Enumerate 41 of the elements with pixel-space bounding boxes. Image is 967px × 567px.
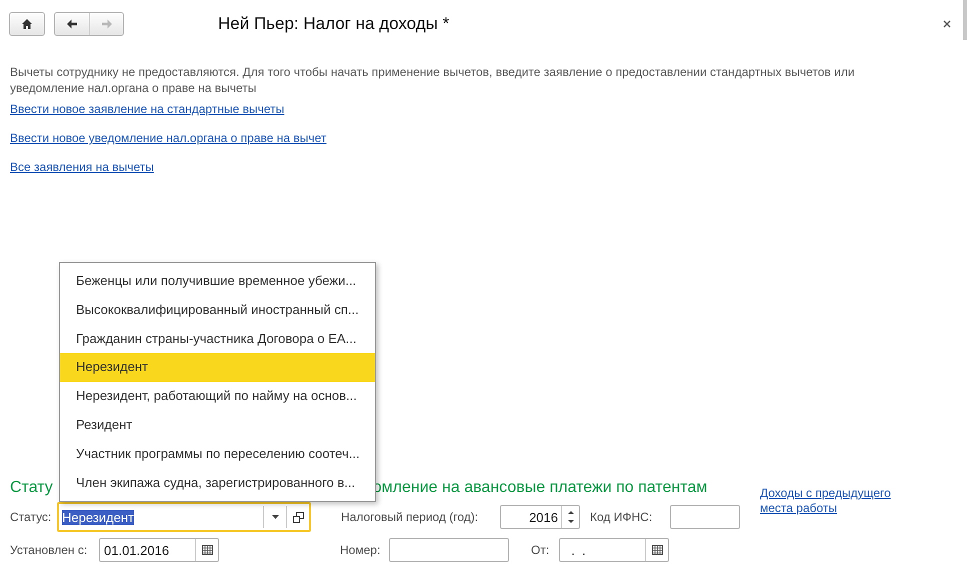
date-field[interactable]: . . (559, 538, 669, 562)
link[interactable]: Ввести новое уведомление нал.органа о праве на вычет (10, 130, 326, 146)
open-window-icon[interactable] (292, 512, 304, 522)
year-spinner[interactable]: 2016 (500, 505, 580, 529)
dropdown-option[interactable]: Высококвалифицированный иностранный сп... (60, 296, 375, 325)
scrollbar[interactable] (963, 0, 967, 40)
link[interactable]: Ввести новое заявление на стандартные вычеты (10, 101, 284, 117)
dropdown-option[interactable]: Член экипажа судна, зарегистрированного в... (60, 468, 375, 498)
date-field[interactable]: 01.01.2016 (99, 538, 219, 562)
dropdown-option[interactable]: Резидент (60, 410, 375, 440)
window-title: Ней Пьер: Налог на доходы * (218, 14, 450, 34)
calendar-icon[interactable] (652, 545, 662, 555)
close-icon (943, 20, 951, 28)
link[interactable]: Доходы с предыдущего места работы (760, 486, 910, 516)
home-icon (21, 18, 33, 30)
field-label: Код ИФНС: (590, 510, 654, 524)
calendar-icon[interactable] (202, 545, 212, 555)
link[interactable]: Все заявления на вычеты (10, 159, 154, 175)
field-value: Нерезидент (62, 510, 134, 524)
field-label: Номер: (340, 543, 382, 557)
status-field[interactable]: Нерезидент (57, 502, 311, 532)
dropdown-option[interactable]: Нерезидент, работающий по найму на основ... (60, 382, 375, 411)
input-field[interactable] (670, 505, 740, 529)
dropdown-option[interactable]: Нерезидент (60, 353, 375, 382)
field-value: 2016 (529, 510, 559, 524)
dropdown-option[interactable]: Беженцы или получившие временное убежи... (60, 267, 375, 296)
back-arrow-icon (66, 18, 78, 30)
field-label: Налоговый период (год): (341, 510, 480, 524)
section-heading: Стату (10, 479, 53, 497)
field-label: Статус: (10, 510, 52, 524)
close-button[interactable] (941, 18, 953, 30)
dropdown-option[interactable]: Гражданин страны-участника Договора о ЕА... (60, 324, 375, 354)
field-label: От: (531, 543, 550, 557)
dropdown-option[interactable]: Участник программы по переселению соотеч... (60, 440, 375, 469)
field-label: Установлен с: (10, 543, 88, 557)
field-value: 01.01.2016 (103, 542, 170, 558)
input-field[interactable] (389, 538, 509, 562)
dropdown-caret-icon[interactable] (272, 515, 278, 519)
forward-arrow-icon (100, 18, 112, 30)
field-value: . . (570, 542, 586, 558)
info-text: Вычеты сотруднику не предоставляются. Для того чтобы начать применение вычетов, введите заявление о предоставлении стандартных вычетов или уведомление нал.органа о праве на вычеты (10, 64, 856, 96)
